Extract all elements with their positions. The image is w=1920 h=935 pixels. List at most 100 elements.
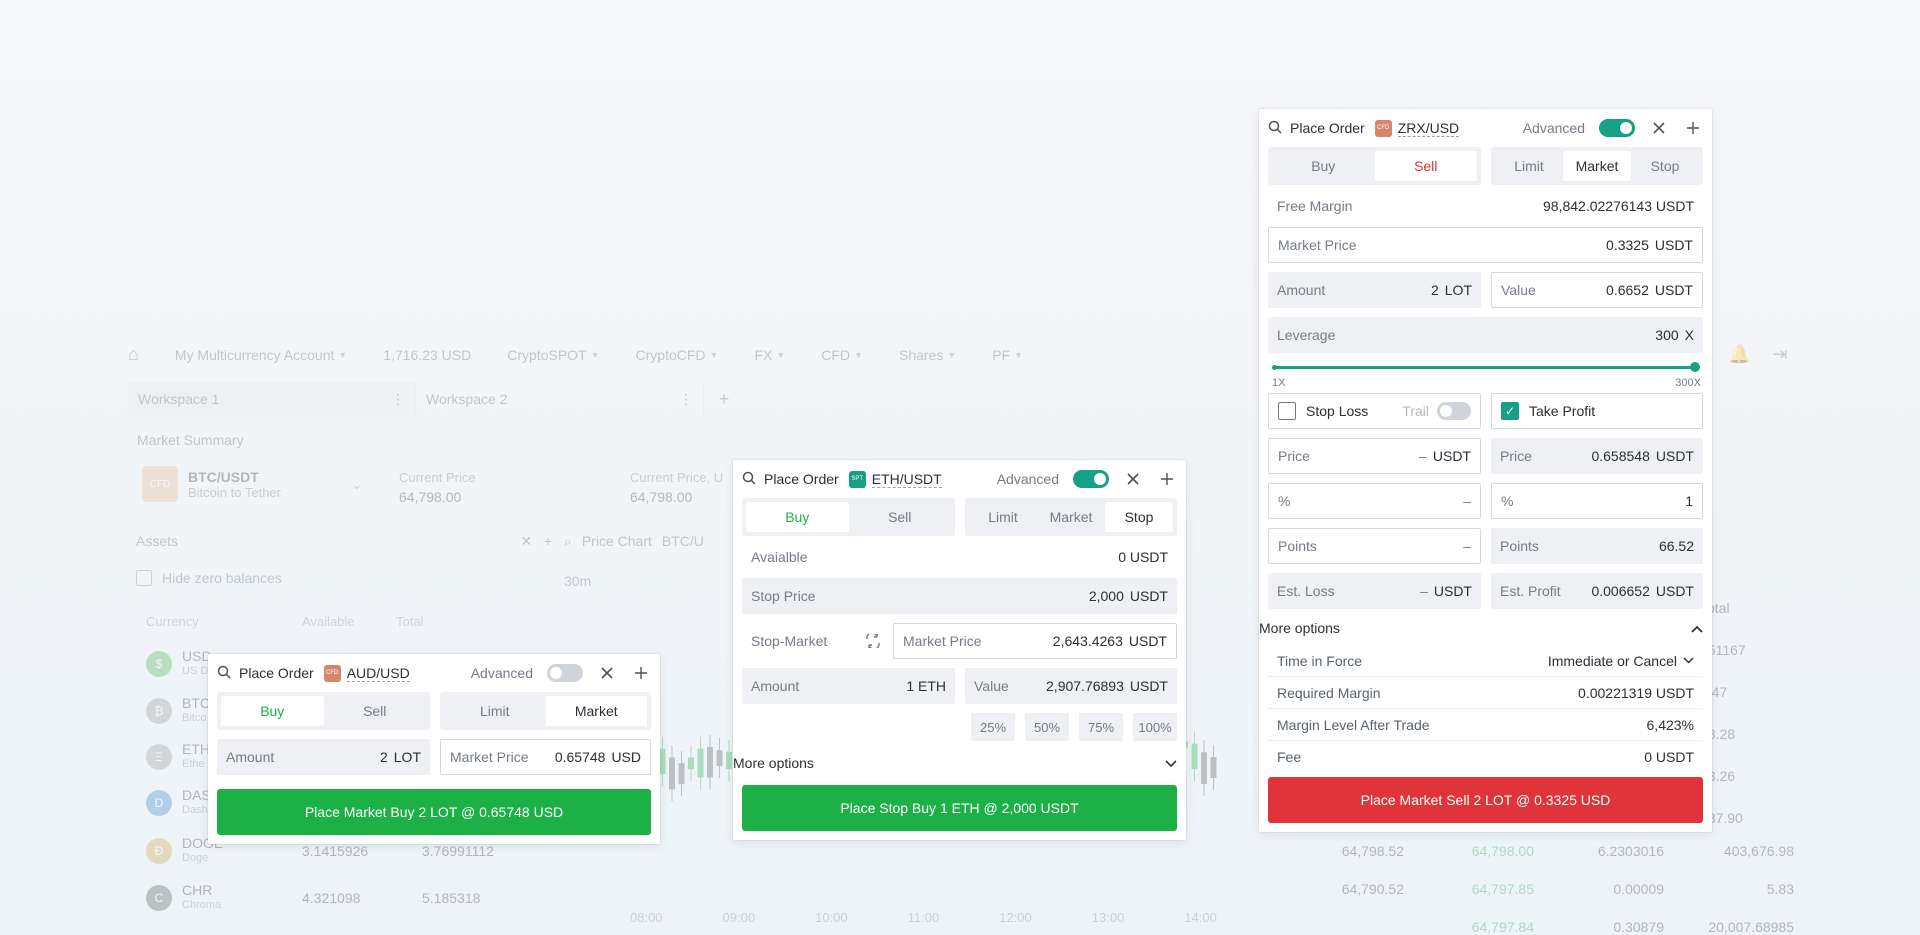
add-icon[interactable] xyxy=(1157,469,1177,489)
logout-icon[interactable]: ⇥ xyxy=(1772,344,1787,365)
nav-menu-cfd[interactable]: CFD ▼ xyxy=(821,347,863,363)
close-icon[interactable] xyxy=(1649,118,1669,138)
more-options-toggle[interactable]: More options xyxy=(1259,611,1703,645)
amount-field[interactable]: Amount 1 ETH xyxy=(742,668,955,704)
account-menu[interactable]: My Multicurrency Account ▼ xyxy=(175,347,347,363)
tp-points-value[interactable]: 66.52 xyxy=(1659,538,1694,554)
symbol-selector[interactable]: ETH/USDT xyxy=(871,471,942,488)
stop-tab[interactable]: Stop xyxy=(1631,151,1699,181)
tp-percent-value[interactable]: 1 xyxy=(1685,493,1693,509)
time-in-force-select[interactable]: Immediate or Cancel xyxy=(1548,653,1694,669)
value-field[interactable]: Value 0.6652 USDT xyxy=(1491,272,1703,308)
symbol-selector[interactable]: AUD/USD xyxy=(346,665,410,682)
tp-percent-field[interactable]: % 1 xyxy=(1491,483,1703,519)
buy-tab[interactable]: Buy xyxy=(746,502,849,532)
slider-track[interactable] xyxy=(1274,366,1697,369)
home-icon[interactable]: ⌂ xyxy=(128,344,139,365)
market-tab[interactable]: Market xyxy=(1563,151,1631,181)
limit-tab[interactable]: Limit xyxy=(969,502,1037,532)
sl-percent-value[interactable]: – xyxy=(1463,493,1471,509)
close-icon[interactable] xyxy=(1123,469,1143,489)
stop-loss-toggle[interactable]: Stop Loss Trail xyxy=(1268,393,1481,429)
sl-percent-field[interactable]: % – xyxy=(1268,483,1481,519)
sell-tab[interactable]: Sell xyxy=(849,502,952,532)
amount-field[interactable]: Amount 2 LOT xyxy=(1268,272,1481,308)
sl-price-value[interactable]: – xyxy=(1419,448,1427,464)
place-order-button[interactable]: Place Market Sell 2 LOT @ 0.3325 USD xyxy=(1268,777,1703,823)
advanced-toggle[interactable] xyxy=(547,664,583,682)
tp-points-field[interactable]: Points 66.52 xyxy=(1491,528,1703,564)
search-icon[interactable] xyxy=(1268,120,1282,137)
swap-icon[interactable] xyxy=(863,623,883,659)
market-summary-symbol[interactable]: CFD BTC/USDT Bitcoin to Tether ⌄ xyxy=(142,466,363,502)
place-order-button[interactable]: Place Market Buy 2 LOT @ 0.65748 USD xyxy=(217,789,651,835)
buy-tab[interactable]: Buy xyxy=(221,696,324,726)
percent-25-button[interactable]: 25% xyxy=(971,713,1015,741)
take-profit-checkbox[interactable]: ✓ xyxy=(1501,402,1519,420)
add-icon[interactable] xyxy=(631,663,651,683)
market-price-value[interactable]: 0.3325 xyxy=(1606,237,1649,253)
nav-menu-pf[interactable]: PF ▼ xyxy=(992,347,1023,363)
search-icon[interactable] xyxy=(742,471,756,488)
nav-menu-fx[interactable]: FX ▼ xyxy=(754,347,785,363)
bell-icon[interactable]: 🔔 xyxy=(1728,344,1750,365)
market-price-value[interactable]: 0.65748 xyxy=(555,749,606,765)
close-icon[interactable] xyxy=(597,663,617,683)
stop-tab[interactable]: Stop xyxy=(1105,502,1173,532)
value-value[interactable]: 0.6652 xyxy=(1606,282,1649,298)
sl-points-value[interactable]: – xyxy=(1463,538,1471,554)
buy-tab[interactable]: Buy xyxy=(1272,151,1375,181)
close-icon[interactable]: ✕ + xyxy=(520,533,552,550)
chevron-down-icon[interactable] xyxy=(1683,657,1694,664)
symbol-selector[interactable]: ZRX/USD xyxy=(1397,120,1460,137)
chevron-down-icon[interactable] xyxy=(1165,755,1177,771)
percent-75-button[interactable]: 75% xyxy=(1079,713,1123,741)
tab-workspace-2[interactable]: Workspace 2 ⋮ xyxy=(416,382,704,416)
place-order-button[interactable]: Place Stop Buy 1 ETH @ 2,000 USDT xyxy=(742,785,1177,831)
sell-tab[interactable]: Sell xyxy=(1374,151,1477,181)
chevron-down-icon[interactable]: ⌄ xyxy=(351,476,363,493)
add-workspace-icon[interactable]: + xyxy=(704,382,744,416)
percent-50-button[interactable]: 50% xyxy=(1025,713,1069,741)
limit-tab[interactable]: Limit xyxy=(444,696,546,726)
market-tab[interactable]: Market xyxy=(1037,502,1105,532)
nav-menu-cryptospot[interactable]: CryptoSPOT ▼ xyxy=(507,347,599,363)
stop-loss-checkbox[interactable] xyxy=(1278,402,1296,420)
amount-value[interactable]: 2 xyxy=(380,749,388,765)
market-price-field[interactable]: Market Price 0.3325 USDT xyxy=(1268,227,1703,263)
advanced-toggle[interactable] xyxy=(1073,470,1109,488)
hide-zero-balances[interactable]: Hide zero balances xyxy=(136,570,282,586)
market-price-field[interactable]: Market Price 0.65748 USD xyxy=(440,739,651,775)
tp-price-field[interactable]: Price 0.658548 USDT xyxy=(1491,438,1703,474)
value-value[interactable]: 2,907.76893 xyxy=(1046,678,1124,694)
more-icon[interactable]: ⋮ xyxy=(391,391,405,408)
amount-field[interactable]: Amount 2 LOT xyxy=(217,739,430,775)
slider-handle[interactable] xyxy=(1690,362,1700,372)
value-field[interactable]: Value 2,907.76893 USDT xyxy=(965,668,1177,704)
trail-toggle[interactable] xyxy=(1437,402,1471,420)
percent-100-button[interactable]: 100% xyxy=(1133,713,1177,741)
market-price-field[interactable]: Market Price 2,643.4263 USDT xyxy=(893,623,1177,659)
search-icon[interactable]: ⌕ xyxy=(564,533,572,550)
amount-value[interactable]: 1 ETH xyxy=(906,678,946,694)
time-in-force-row[interactable]: Time in Force Immediate or Cancel xyxy=(1268,645,1703,677)
take-profit-toggle[interactable]: ✓ Take Profit xyxy=(1491,393,1703,429)
sell-tab[interactable]: Sell xyxy=(324,696,427,726)
more-icon[interactable]: ⋮ xyxy=(679,391,693,408)
advanced-toggle[interactable] xyxy=(1599,119,1635,137)
stop-price-field[interactable]: Stop Price 2,000 USDT xyxy=(742,578,1177,614)
list-item[interactable]: C CHR Chroma 4.321098 5.185318 xyxy=(146,883,542,913)
add-icon[interactable] xyxy=(1683,118,1703,138)
chevron-up-icon[interactable] xyxy=(1691,620,1703,636)
leverage-value[interactable]: 300 xyxy=(1655,327,1678,343)
limit-tab[interactable]: Limit xyxy=(1495,151,1563,181)
leverage-field[interactable]: Leverage 300 X xyxy=(1268,317,1703,353)
chart-interval[interactable]: 30m xyxy=(564,573,591,589)
tab-workspace-1[interactable]: Workspace 1 ⋮ xyxy=(128,382,416,416)
sl-points-field[interactable]: Points – xyxy=(1268,528,1481,564)
amount-value[interactable]: 2 xyxy=(1431,282,1439,298)
tp-price-value[interactable]: 0.658548 xyxy=(1591,448,1649,464)
market-price-value[interactable]: 2,643.4263 xyxy=(1053,633,1123,649)
sl-price-field[interactable]: Price – USDT xyxy=(1268,438,1481,474)
market-tab[interactable]: Market xyxy=(545,696,647,726)
